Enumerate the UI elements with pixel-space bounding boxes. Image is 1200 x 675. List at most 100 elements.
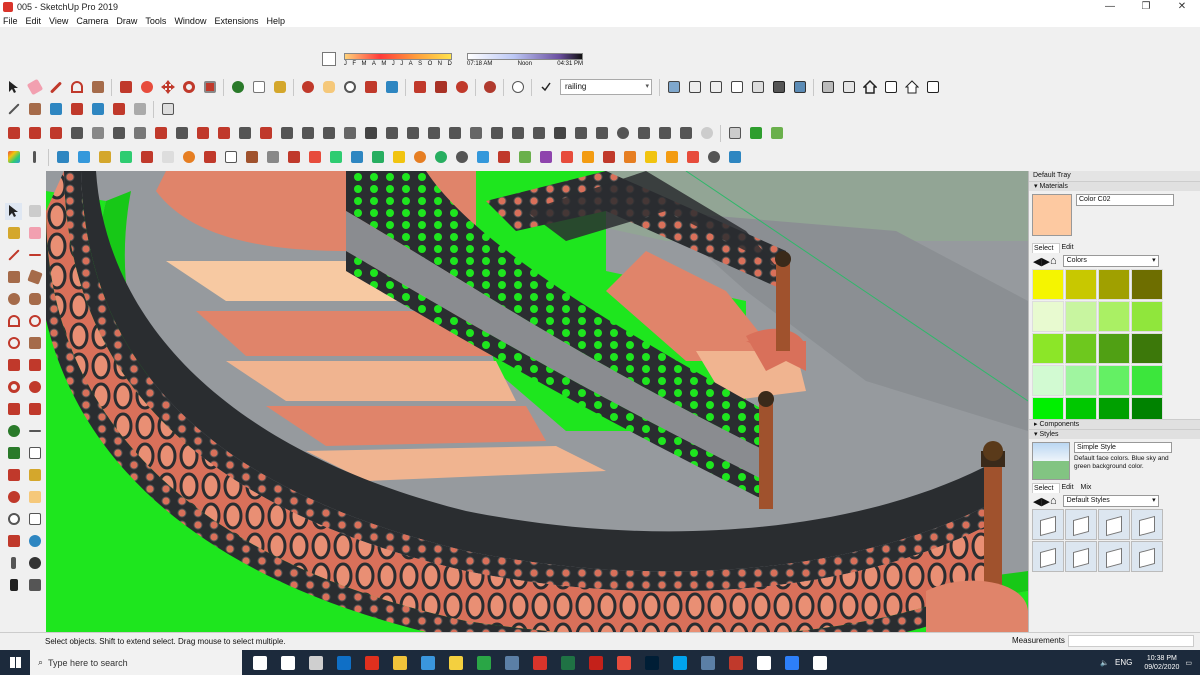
menu-edit[interactable]: Edit bbox=[23, 16, 47, 26]
shell-icon[interactable] bbox=[341, 125, 358, 142]
drape-icon[interactable] bbox=[467, 125, 484, 142]
solid-tools-icon[interactable] bbox=[131, 101, 148, 118]
follow-me-tool-icon[interactable] bbox=[26, 379, 43, 396]
plugin-14-icon[interactable] bbox=[327, 149, 344, 166]
plugin-7-icon[interactable] bbox=[180, 149, 197, 166]
zoom-extents-tool-icon[interactable] bbox=[5, 533, 22, 550]
rotate-tool-icon[interactable] bbox=[5, 379, 22, 396]
axes-icon[interactable] bbox=[5, 467, 22, 484]
material-swatch[interactable] bbox=[1131, 301, 1163, 332]
outer-shell-icon[interactable] bbox=[110, 101, 127, 118]
walk-icon[interactable] bbox=[5, 577, 22, 594]
tape-measure-icon[interactable] bbox=[229, 79, 246, 96]
plugin-18-icon[interactable] bbox=[411, 149, 428, 166]
light-icon[interactable] bbox=[768, 125, 785, 142]
intersect-icon[interactable] bbox=[89, 101, 106, 118]
3d-viewport[interactable] bbox=[46, 171, 1028, 632]
plugin-26-icon[interactable] bbox=[579, 149, 596, 166]
taskbar-app-icon[interactable] bbox=[387, 650, 413, 675]
plugin-20-icon[interactable] bbox=[453, 149, 470, 166]
sweep-icon[interactable] bbox=[152, 125, 169, 142]
components-panel-header[interactable]: ▸ Components bbox=[1029, 419, 1200, 429]
previous-tool-icon[interactable] bbox=[26, 533, 43, 550]
make-component-icon[interactable] bbox=[26, 203, 43, 220]
style-name-field[interactable]: Simple Style bbox=[1074, 442, 1172, 453]
plugin-12-icon[interactable] bbox=[285, 149, 302, 166]
forward-arrow-icon[interactable]: ▶ bbox=[1041, 255, 1049, 268]
extension-warehouse-icon[interactable] bbox=[453, 79, 470, 96]
material-swatch[interactable] bbox=[1131, 333, 1163, 364]
text-tool-icon[interactable] bbox=[26, 445, 43, 462]
offset-tool-icon[interactable] bbox=[26, 401, 43, 418]
section-plane-icon[interactable] bbox=[26, 577, 43, 594]
push-pull-tool-icon[interactable] bbox=[26, 357, 43, 374]
plugin-15-icon[interactable] bbox=[348, 149, 365, 166]
pie-icon[interactable] bbox=[26, 335, 43, 352]
zoom-tool-icon[interactable] bbox=[5, 511, 22, 528]
home-library-icon[interactable]: ⌂ bbox=[1050, 495, 1057, 507]
close-window-button[interactable]: ✕ bbox=[1164, 0, 1200, 14]
style-thumb-4[interactable] bbox=[1131, 509, 1163, 540]
offset-icon[interactable] bbox=[89, 125, 106, 142]
previous-view-icon[interactable] bbox=[383, 79, 400, 96]
zoom-window-icon[interactable] bbox=[26, 511, 43, 528]
style-thumb-5[interactable] bbox=[1032, 541, 1064, 572]
material-swatch[interactable] bbox=[1065, 365, 1097, 396]
menu-tools[interactable]: Tools bbox=[142, 16, 171, 26]
speaker-icon[interactable]: 🔈 bbox=[1100, 659, 1109, 667]
render-icon[interactable] bbox=[747, 125, 764, 142]
view-iso-icon[interactable] bbox=[665, 79, 682, 96]
taskbar-app-icon[interactable] bbox=[275, 650, 301, 675]
taskbar-app-icon[interactable] bbox=[779, 650, 805, 675]
3d-warehouse-icon[interactable] bbox=[411, 79, 428, 96]
move-icon[interactable] bbox=[159, 79, 176, 96]
follow-me-icon[interactable] bbox=[138, 79, 155, 96]
material-swatch[interactable] bbox=[1065, 333, 1097, 364]
torus-icon[interactable] bbox=[656, 125, 673, 142]
menu-draw[interactable]: Draw bbox=[113, 16, 142, 26]
plugin-1-icon[interactable] bbox=[54, 149, 71, 166]
line-pencil-icon[interactable] bbox=[5, 247, 22, 264]
divide-icon[interactable] bbox=[404, 125, 421, 142]
shadow-time-slider[interactable]: 07:18 AM Noon 04:31 PM bbox=[466, 50, 584, 70]
rotate-icon[interactable] bbox=[180, 79, 197, 96]
polyline-icon[interactable] bbox=[68, 125, 85, 142]
array-icon[interactable] bbox=[257, 125, 274, 142]
taskbar-app-icon[interactable] bbox=[527, 650, 553, 675]
text-label-icon[interactable] bbox=[250, 79, 267, 96]
line-tool-icon[interactable] bbox=[5, 101, 22, 118]
plugin-2-icon[interactable] bbox=[75, 149, 92, 166]
paint-icon[interactable] bbox=[5, 225, 22, 242]
taskbar-app-icon[interactable] bbox=[639, 650, 665, 675]
material-swatch[interactable] bbox=[1131, 365, 1163, 396]
view-left-icon[interactable] bbox=[770, 79, 787, 96]
plugin-32-icon[interactable] bbox=[705, 149, 722, 166]
arc-tool-icon[interactable] bbox=[5, 313, 22, 330]
taskbar-app-icon[interactable] bbox=[499, 650, 525, 675]
style-thumb-3[interactable] bbox=[1098, 509, 1130, 540]
style-thumb-7[interactable] bbox=[1098, 541, 1130, 572]
dimension-icon[interactable] bbox=[26, 101, 43, 118]
plugin-33-icon[interactable] bbox=[726, 149, 743, 166]
rectangle-icon[interactable] bbox=[5, 269, 22, 286]
cone-icon[interactable] bbox=[635, 125, 652, 142]
fillet-icon[interactable] bbox=[194, 125, 211, 142]
spline-icon[interactable] bbox=[47, 125, 64, 142]
plugin-27-icon[interactable] bbox=[600, 149, 617, 166]
plugin-30-icon[interactable] bbox=[663, 149, 680, 166]
joint-icon[interactable] bbox=[320, 125, 337, 142]
shadows-toggle-icon[interactable] bbox=[322, 52, 336, 66]
layer-user-icon[interactable] bbox=[509, 79, 526, 96]
pan-hand-icon[interactable] bbox=[320, 79, 337, 96]
warehouse-icon[interactable] bbox=[882, 79, 899, 96]
material-swatch[interactable] bbox=[1131, 269, 1163, 300]
layer-select[interactable]: railing ▾ bbox=[560, 79, 652, 95]
scale-icon[interactable] bbox=[201, 79, 218, 96]
style-thumbnail[interactable] bbox=[1032, 442, 1070, 480]
plugin-16-icon[interactable] bbox=[369, 149, 386, 166]
grid-icon[interactable] bbox=[278, 125, 295, 142]
clock[interactable]: 10:38 PM 09/02/2020 bbox=[1144, 654, 1179, 672]
taskbar-app-icon[interactable] bbox=[611, 650, 637, 675]
plugin-24-icon[interactable] bbox=[537, 149, 554, 166]
eraser-tool-icon[interactable] bbox=[26, 225, 43, 242]
